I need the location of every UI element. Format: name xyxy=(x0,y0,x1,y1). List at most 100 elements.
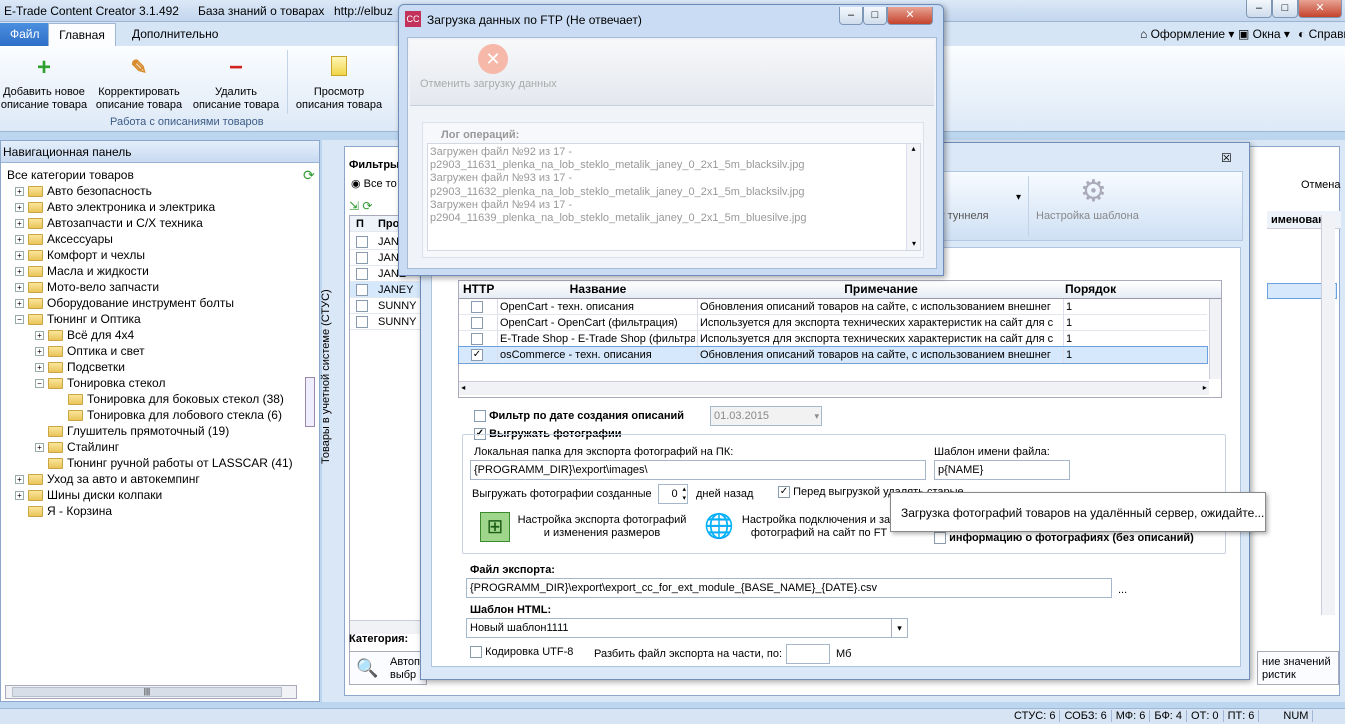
cancel-upload-button[interactable]: Отменить загрузку данных xyxy=(420,78,557,90)
col-http[interactable]: HTTP xyxy=(461,281,495,297)
tree-item[interactable]: + Мото-вело запчасти xyxy=(15,279,159,295)
maximize-button[interactable]: □ xyxy=(1272,0,1298,18)
delete-description-button[interactable]: − Удалить описание товара xyxy=(190,56,282,112)
tree-item[interactable]: Тонировка для боковых стекол (38) xyxy=(55,391,284,407)
expand-toggle-icon[interactable]: + xyxy=(15,267,24,277)
tab-main[interactable]: Главная xyxy=(48,23,116,46)
tree-item[interactable]: + Оборудование инструмент болты xyxy=(15,295,234,311)
ftp-close-button[interactable]: ✕ xyxy=(887,7,933,25)
ftp-maximize-button[interactable]: □ xyxy=(863,7,887,25)
tree-item[interactable]: − Тюнинг и Оптика xyxy=(15,311,141,327)
http-checkbox[interactable] xyxy=(471,301,483,314)
expand-toggle-icon[interactable]: + xyxy=(35,363,44,373)
tab-additional[interactable]: Дополнительно xyxy=(122,23,228,46)
date-filter-input[interactable]: 01.03.2015 ▾ xyxy=(710,406,822,426)
cancel-link[interactable]: Отмена xyxy=(1301,179,1340,191)
refresh-icon[interactable]: ⟳ xyxy=(303,167,315,184)
minimize-button[interactable]: ‒ xyxy=(1246,0,1272,18)
expand-toggle-icon[interactable]: + xyxy=(15,187,24,197)
http-checkbox[interactable] xyxy=(471,333,483,346)
tab-file[interactable]: Файл xyxy=(0,23,50,46)
tree-item[interactable]: + Авто безопасность xyxy=(15,183,152,199)
expand-toggle-icon[interactable]: + xyxy=(15,283,24,293)
browse-button[interactable]: ... xyxy=(1118,584,1127,596)
dropdown-arrow-icon[interactable]: ▾ xyxy=(1016,192,1021,203)
tree-item[interactable]: + Всё для 4х4 xyxy=(35,327,134,343)
utf8-checkbox[interactable]: Кодировка UTF-8 xyxy=(470,646,573,659)
modules-vscrollbar[interactable] xyxy=(1209,299,1221,379)
template-settings-button[interactable]: Настройка шаблона xyxy=(1036,210,1139,222)
ftp-connection-settings-button[interactable]: 🌐 Настройка подключения и зап фотографий… xyxy=(704,510,904,546)
expand-toggle-icon[interactable]: + xyxy=(15,299,24,309)
grid-header-p[interactable]: П xyxy=(354,216,364,232)
tree-item[interactable]: Тонировка для лобового стекла (6) xyxy=(55,407,282,423)
export-close-icon[interactable]: ☒ xyxy=(1221,151,1232,165)
modules-hscrollbar[interactable]: ◂ ▸ xyxy=(459,381,1209,395)
expand-toggle-icon[interactable]: + xyxy=(35,347,44,357)
log-vscrollbar[interactable]: ▴ ▾ xyxy=(906,144,920,250)
col-name[interactable]: Название xyxy=(497,281,697,297)
table-row[interactable]: JANEY xyxy=(350,282,426,298)
tree-item[interactable]: + Масла и жидкости xyxy=(15,263,149,279)
tree-item[interactable]: Все категории товаров xyxy=(7,167,134,183)
photo-info-checkbox[interactable]: информацию о фотографиях (без описаний) xyxy=(934,532,1194,545)
tree-item[interactable]: + Комфорт и чехлы xyxy=(15,247,145,263)
expand-toggle-icon[interactable]: + xyxy=(15,475,24,485)
auto-select-button[interactable]: 🔍 Автопо выбр xyxy=(349,651,427,685)
expand-toggle-icon[interactable]: − xyxy=(35,379,44,389)
split-size-input[interactable] xyxy=(786,644,830,664)
tree-item[interactable]: + Оптика и свет xyxy=(35,343,145,359)
expand-toggle-icon[interactable]: + xyxy=(15,491,24,501)
tree-item[interactable]: Тюнинг ручной работы от LASSCAR (41) xyxy=(35,455,293,471)
filter-radio-all[interactable]: ◉ Все то xyxy=(351,177,397,190)
file-template-input[interactable]: p{NAME} xyxy=(934,460,1070,480)
http-checkbox[interactable] xyxy=(471,317,483,330)
table-row[interactable]: SUNNY xyxy=(350,314,426,330)
tree-item[interactable]: − Тонировка стекол xyxy=(35,375,165,391)
table-row[interactable]: SUNNY xyxy=(350,298,426,314)
expand-toggle-icon[interactable]: − xyxy=(15,315,24,325)
row-checkbox[interactable] xyxy=(356,316,368,329)
ftp-minimize-button[interactable]: ‒ xyxy=(839,7,863,25)
export-icon[interactable]: ⇲ xyxy=(349,199,359,213)
tree-item[interactable]: + Стайлинг xyxy=(35,439,119,455)
grid-hscrollbar[interactable] xyxy=(350,620,426,634)
row-checkbox[interactable] xyxy=(356,236,368,249)
tab-help[interactable]: ◐ Справка xyxy=(1288,23,1345,46)
splitter-handle[interactable] xyxy=(305,377,315,427)
vertical-tab-label[interactable]: Товары в учетной системе (СТУС) xyxy=(320,289,332,464)
expand-toggle-icon[interactable]: + xyxy=(35,331,44,341)
edit-description-button[interactable]: ✎ Корректировать описание товара xyxy=(92,56,186,112)
expand-toggle-icon[interactable]: + xyxy=(35,443,44,453)
tree-item[interactable]: + Уход за авто и автокемпинг xyxy=(15,471,200,487)
nav-horizontal-scrollbar[interactable]: ||| xyxy=(5,685,297,699)
row-checkbox[interactable] xyxy=(356,300,368,313)
view-description-button[interactable]: Просмотр описания товара xyxy=(292,56,386,112)
tree-item[interactable]: Глушитель прямоточный (19) xyxy=(35,423,229,439)
col-note[interactable]: Примечание xyxy=(697,281,1063,297)
row-checkbox[interactable] xyxy=(356,252,368,265)
expand-toggle-icon[interactable]: + xyxy=(15,235,24,245)
export-file-input[interactable]: {PROGRAMM_DIR}\export\export_cc_for_ext_… xyxy=(466,578,1112,598)
date-filter-checkbox[interactable]: Фильтр по дате создания описаний xyxy=(474,410,684,423)
row-checkbox[interactable] xyxy=(356,268,368,281)
expand-toggle-icon[interactable]: + xyxy=(15,219,24,229)
expand-toggle-icon[interactable]: + xyxy=(15,203,24,213)
table-row[interactable]: ✓ osCommerce - техн. описания Обновления о… xyxy=(458,346,1208,364)
photo-export-settings-button[interactable]: ⊞ Настройка экспорта фотографий и измене… xyxy=(480,510,690,546)
html-template-select[interactable]: Новый шаблон1111 ▾ xyxy=(466,618,908,638)
local-folder-input[interactable]: {PROGRAMM_DIR}\export\images\ xyxy=(470,460,926,480)
tree-item[interactable]: + Авто электроника и электрика xyxy=(15,199,215,215)
http-checkbox[interactable]: ✓ xyxy=(471,349,483,362)
characteristic-values-button[interactable]: ние значений ристик xyxy=(1257,651,1339,685)
days-stepper[interactable]: 0 ▴ ▾ xyxy=(658,484,688,504)
table-row[interactable]: OpenCart - техн. описания Обновления опис… xyxy=(459,299,1207,315)
tree-item[interactable]: + Аксессуары xyxy=(15,231,113,247)
refresh-icon[interactable]: ⟳ xyxy=(362,199,372,213)
expand-toggle-icon[interactable]: + xyxy=(15,251,24,261)
tree-item[interactable]: Я - Корзина xyxy=(15,503,112,519)
tree-item[interactable]: + Подсветки xyxy=(35,359,125,375)
right-vscrollbar[interactable] xyxy=(1321,215,1335,615)
row-checkbox[interactable] xyxy=(356,284,368,297)
add-description-button[interactable]: + Добавить новое описание товара xyxy=(0,56,90,112)
